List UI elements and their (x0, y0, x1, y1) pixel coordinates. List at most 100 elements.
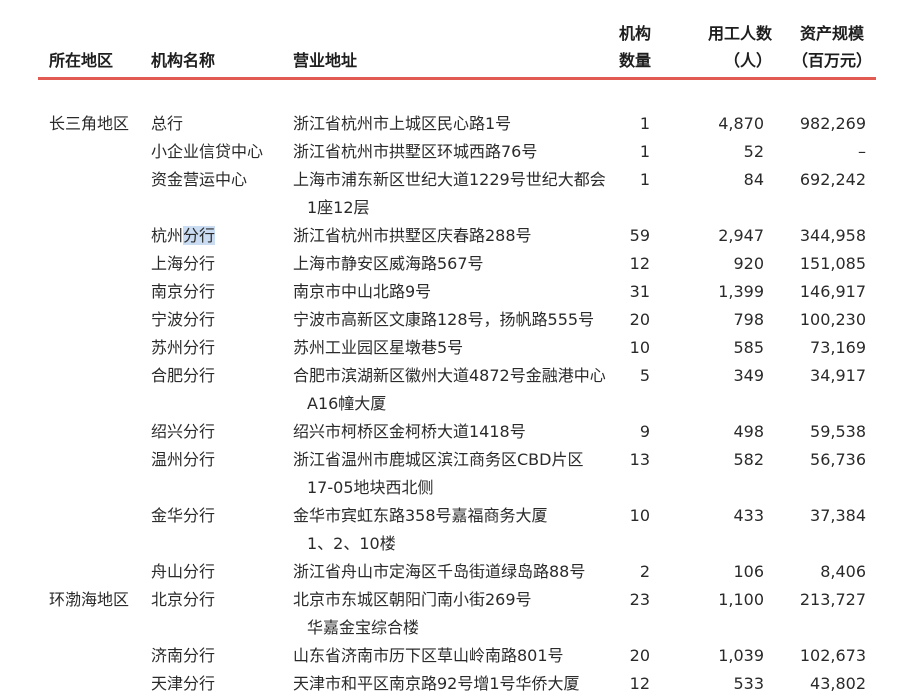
branch-count-cell: 1 (639, 114, 650, 133)
table-row: 宁波分行 宁波市高新区文康路128号，扬帆路555号 20 798 100,230 (0, 306, 897, 334)
address-cell: 金华市宾虹东路358号嘉福商务大厦 1、2、10楼 (293, 502, 548, 558)
branch-name: 北京分行 (151, 590, 216, 609)
address-line: 宁波市高新区文康路128号，扬帆路555号 (293, 310, 595, 329)
address-line: 天津市和平区南京路92号增1号华侨大厦 (293, 674, 580, 693)
employees-cell: 52 (743, 142, 764, 161)
employees-cell: 498 (733, 422, 764, 441)
address-line: 苏州工业园区星墩巷5号 (293, 338, 464, 357)
branch-name-cell: 天津分行 (151, 670, 215, 698)
address-cell: 绍兴市柯桥区金柯桥大道1418号 (293, 418, 526, 446)
branch-count-cell: 12 (629, 674, 650, 693)
branch-name: 济南分行 (151, 646, 216, 665)
assets-cell: 692,242 (799, 170, 866, 189)
branch-name-cell: 上海分行 (151, 250, 215, 278)
address-line: 上海市浦东新区世纪大道1229号世纪大都会 (293, 170, 606, 189)
employees-cell: 1,039 (718, 646, 764, 665)
address-line-continued: 华嘉金宝综合楼 (307, 618, 420, 637)
header-assets-line1: 资产规模 (799, 24, 864, 43)
address-cell: 北京市东城区朝阳门南小街269号 华嘉金宝综合楼 (293, 586, 532, 642)
branch-count-cell: 5 (639, 366, 650, 385)
header-employees-line2: （人） (723, 51, 772, 70)
branch-name: 舟山分行 (151, 562, 216, 581)
address-line: 上海市静安区威海路567号 (293, 254, 484, 273)
region-cell: 长三角地区 (49, 114, 130, 133)
address-cell: 苏州工业园区星墩巷5号 (293, 334, 463, 362)
table-row: 济南分行 山东省济南市历下区草山岭南路801号 20 1,039 102,673 (0, 642, 897, 670)
assets-cell: 344,958 (799, 226, 866, 245)
branch-name: 金华分行 (151, 506, 216, 525)
assets-cell: 100,230 (799, 310, 866, 329)
address-line-continued: 1座12层 (307, 198, 370, 217)
address-cell: 浙江省杭州市拱墅区庆春路288号 (293, 222, 532, 250)
employees-cell: 533 (733, 674, 764, 693)
branch-table: 长三角地区 总行 浙江省杭州市上城区民心路1号 1 4,870 982,269 小企业信贷中… (0, 110, 897, 698)
header-region: 所在地区 (49, 51, 114, 70)
branch-name: 天津分行 (151, 674, 216, 693)
branch-name: 南京分行 (151, 282, 216, 301)
branch-name: 温州分行 (151, 450, 216, 469)
branch-count-cell: 13 (629, 450, 650, 469)
branch-count-cell: 20 (629, 646, 650, 665)
table-row: 环渤海地区 北京分行 北京市东城区朝阳门南小街269号 华嘉金宝综合楼 23 1,100 2… (0, 586, 897, 642)
branch-name-cell: 总行 (151, 110, 183, 138)
address-line: 浙江省杭州市上城区民心路1号 (293, 114, 512, 133)
table-row: 上海分行 上海市静安区威海路567号 12 920 151,085 (0, 250, 897, 278)
address-line: 合肥市滨湖新区徽州大道4872号金融港中心 (293, 366, 606, 385)
branch-name-cell: 绍兴分行 (151, 418, 215, 446)
assets-cell: 43,802 (810, 674, 866, 693)
branch-name-cell: 小企业信贷中心 (151, 138, 263, 166)
address-line: 金华市宾虹东路358号嘉福商务大厦 (293, 506, 548, 525)
table-row: 合肥分行 合肥市滨湖新区徽州大道4872号金融港中心 A16幢大厦 5 349 34,91… (0, 362, 897, 418)
table-row: 资金营运中心 上海市浦东新区世纪大道1229号世纪大都会 1座12层 1 84 692,2… (0, 166, 897, 222)
address-line: 山东省济南市历下区草山岭南路801号 (293, 646, 564, 665)
address-cell: 南京市中山北路9号 (293, 278, 431, 306)
branch-name-cell: 宁波分行 (151, 306, 215, 334)
employees-cell: 585 (733, 338, 764, 357)
employees-cell: 798 (733, 310, 764, 329)
address-line: 浙江省杭州市拱墅区环城西路76号 (293, 142, 538, 161)
employees-cell: 582 (733, 450, 764, 469)
header-employees: 用工人数 （人） (680, 20, 772, 74)
assets-cell: 151,085 (799, 254, 866, 273)
assets-cell: 34,917 (810, 366, 866, 385)
address-line: 浙江省杭州市拱墅区庆春路288号 (293, 226, 532, 245)
employees-cell: 84 (743, 170, 764, 189)
branch-count-cell: 2 (639, 562, 650, 581)
branch-name-cell: 金华分行 (151, 502, 215, 530)
table-row: 杭州分行 浙江省杭州市拱墅区庆春路288号 59 2,947 344,958 (0, 222, 897, 250)
assets-cell: 982,269 (799, 114, 866, 133)
branch-name: 上海分行 (151, 254, 216, 273)
branch-name: 合肥分行 (151, 366, 216, 385)
branch-count-cell: 9 (639, 422, 650, 441)
branch-name-cell: 合肥分行 (151, 362, 215, 390)
assets-cell: 8,406 (820, 562, 866, 581)
branch-name: 资金营运中心 (151, 170, 248, 189)
branch-count-cell: 23 (629, 590, 650, 609)
branch-count-cell: 59 (629, 226, 650, 245)
branch-name: 苏州分行 (151, 338, 216, 357)
employees-cell: 4,870 (718, 114, 764, 133)
header-employees-line1: 用工人数 (707, 24, 772, 43)
address-cell: 上海市静安区威海路567号 (293, 250, 484, 278)
assets-cell: 56,736 (810, 450, 866, 469)
table-row: 金华分行 金华市宾虹东路358号嘉福商务大厦 1、2、10楼 10 433 37,384 (0, 502, 897, 558)
header-address: 营业地址 (293, 51, 358, 70)
employees-cell: 433 (733, 506, 764, 525)
address-cell: 宁波市高新区文康路128号，扬帆路555号 (293, 306, 594, 334)
text-selection-highlight: 分行 (183, 226, 216, 245)
table-row: 天津分行 天津市和平区南京路92号增1号华侨大厦 12 533 43,802 (0, 670, 897, 698)
table-row: 温州分行 浙江省温州市鹿城区滨江商务区CBD片区 17-05地块西北侧 13 582 56… (0, 446, 897, 502)
address-line: 浙江省舟山市定海区千岛街道绿岛路88号 (293, 562, 586, 581)
address-line: 绍兴市柯桥区金柯桥大道1418号 (293, 422, 526, 441)
address-cell: 上海市浦东新区世纪大道1229号世纪大都会 1座12层 (293, 166, 606, 222)
branch-name: 总行 (151, 114, 184, 133)
employees-cell: 1,100 (718, 590, 764, 609)
employees-cell: 349 (733, 366, 764, 385)
branch-name-cell: 杭州分行 (151, 222, 216, 250)
branch-name-cell: 苏州分行 (151, 334, 215, 362)
assets-cell: 102,673 (799, 646, 866, 665)
table-row: 南京分行 南京市中山北路9号 31 1,399 146,917 (0, 278, 897, 306)
branch-name: 杭州 (151, 226, 184, 245)
address-cell: 合肥市滨湖新区徽州大道4872号金融港中心 A16幢大厦 (293, 362, 606, 418)
employees-cell: 106 (733, 562, 764, 581)
